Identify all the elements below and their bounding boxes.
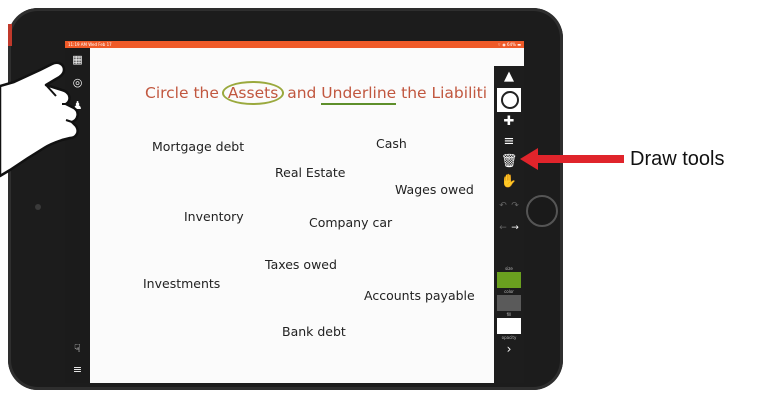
chevron-right-icon[interactable]: ›	[494, 341, 524, 357]
redo-icon[interactable]: ↷	[500, 198, 524, 214]
worksheet-canvas[interactable]: Circle the Assets and Underline the Liab…	[90, 48, 494, 383]
item-wages-owed: Wages owed	[395, 182, 474, 197]
size-label: size	[505, 266, 513, 271]
arrow-right-icon[interactable]: →	[500, 220, 524, 236]
item-bank-debt: Bank debt	[282, 324, 346, 339]
item-mortgage-debt: Mortgage debt	[152, 139, 245, 154]
item-accounts-payable: Accounts payable	[364, 288, 475, 303]
red-arrow-icon	[520, 148, 624, 170]
tablet-edge-mark	[8, 24, 12, 46]
hamburger-menu-icon[interactable]: ≡	[71, 363, 84, 376]
circle-icon[interactable]	[497, 88, 521, 112]
status-indicators: ⌔ ◉ 64% ▬	[497, 42, 521, 47]
title-assets-circled: Assets	[221, 81, 285, 105]
title-middle: and	[282, 84, 322, 102]
draw-tools-label: Draw tools	[630, 148, 725, 170]
title-underline-word: Underline	[321, 84, 397, 105]
pointing-hand-icon	[0, 61, 79, 178]
hand-icon[interactable]: ✋	[494, 174, 524, 190]
camera-icon	[35, 204, 41, 210]
tablet-screen: 11:19 AM Wed Feb 17 ⌔ ◉ 64% ▬ ▦ ◎ ♟ ☟ ≡ …	[65, 41, 524, 383]
item-real-estate: Real Estate	[275, 165, 346, 180]
draw-toolbar: ▲ ✚ ≡ 🗑 ✋ ↶ ↷ ← → size color fill opacit…	[494, 66, 524, 383]
title-prefix: Circle the	[145, 84, 224, 102]
worksheet-title: Circle the Assets and Underline the Liab…	[145, 81, 487, 105]
color-label: color	[504, 289, 514, 294]
pen-icon[interactable]: ▲	[494, 69, 524, 85]
opacity-label: opacity	[501, 335, 517, 340]
fill-swatch[interactable]	[497, 295, 521, 311]
move-icon[interactable]: ✚	[494, 114, 524, 130]
item-inventory: Inventory	[184, 209, 244, 224]
item-investments: Investments	[143, 276, 221, 291]
item-cash: Cash	[376, 136, 407, 151]
title-suffix: the Liabiliti	[396, 84, 488, 102]
status-bar: 11:19 AM Wed Feb 17 ⌔ ◉ 64% ▬	[65, 41, 524, 48]
home-button[interactable]	[526, 195, 558, 227]
hand-raise-icon[interactable]: ☟	[71, 342, 84, 355]
opacity-swatch[interactable]	[497, 318, 521, 334]
item-company-car: Company car	[309, 215, 393, 230]
fill-label: fill	[506, 312, 512, 317]
item-taxes-owed: Taxes owed	[265, 257, 337, 272]
color-swatch[interactable]	[497, 272, 521, 288]
